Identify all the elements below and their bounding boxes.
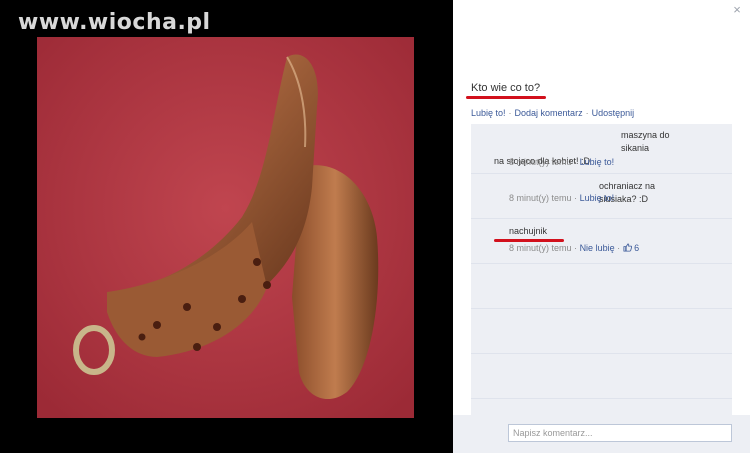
comment-like-link[interactable]: Lubię to! — [580, 157, 615, 167]
comment-text-line: maszyna do sikania — [621, 130, 670, 153]
post-actions: Lubię to! · Dodaj komentarz · Udostępnij — [471, 108, 634, 118]
like-post-link[interactable]: Lubię to! — [471, 108, 506, 118]
comment-item: nachujnik 8 minut(y) temu · Nie lubię · … — [471, 219, 732, 264]
like-count: 6 — [634, 243, 640, 253]
empty-row — [471, 264, 732, 309]
comment-input[interactable] — [508, 424, 732, 442]
comments-panel: × Kto wie co to? Lubię to! · Dodaj komenta… — [453, 0, 750, 453]
empty-row — [471, 354, 732, 399]
comment-meta: 8 minut(y) temu · Lubię to! — [509, 193, 614, 203]
separator: · — [617, 243, 621, 253]
site-watermark: www.wiocha.pl — [18, 10, 211, 35]
comment-underline — [494, 239, 564, 242]
comment-time: 8 minut(y) temu — [509, 157, 572, 167]
separator: · — [508, 108, 512, 118]
comment-time: 8 minut(y) temu — [509, 193, 572, 203]
close-icon[interactable]: × — [730, 3, 744, 17]
photo-caption: Kto wie co to? — [471, 82, 541, 94]
separator: · — [585, 108, 589, 118]
comment-composer — [453, 415, 750, 453]
comment-text: nachujnik — [509, 226, 548, 236]
separator: · — [574, 243, 578, 253]
comment-like-link[interactable]: Lubię to! — [580, 193, 615, 203]
comment-unlike-link[interactable]: Nie lubię — [580, 243, 615, 253]
comment-meta: 8 minut(y) temu · Lubię to! — [509, 157, 614, 167]
comment-list: maszyna do sikania na stojąco dla kobiet… — [471, 124, 732, 415]
separator: · — [574, 193, 578, 203]
photo[interactable] — [37, 37, 414, 418]
comment-item: maszyna do sikania na stojąco dla kobiet… — [471, 124, 732, 174]
caption-underline — [466, 96, 546, 99]
add-comment-link[interactable]: Dodaj komentarz — [515, 108, 583, 118]
comment-time: 8 minut(y) temu — [509, 243, 572, 253]
share-link[interactable]: Udostępnij — [592, 108, 635, 118]
photo-image — [37, 37, 414, 418]
comment-item: ochraniacz na siusiaka? :D 8 minut(y) te… — [471, 174, 732, 219]
empty-row — [471, 309, 732, 354]
thumbs-up-icon — [623, 243, 635, 253]
separator: · — [574, 157, 578, 167]
comment-meta: 8 minut(y) temu · Nie lubię · 6 — [509, 243, 639, 253]
